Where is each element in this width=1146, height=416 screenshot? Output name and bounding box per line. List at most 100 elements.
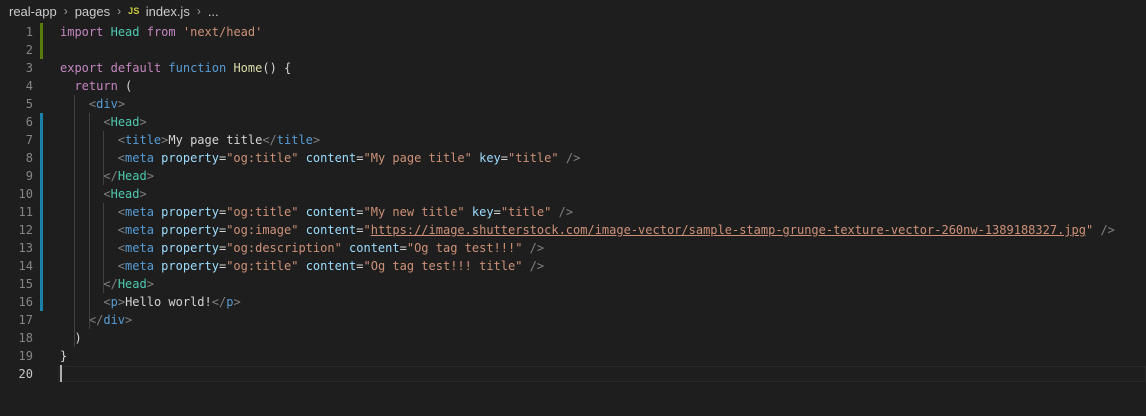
breadcrumb-file-index-js[interactable]: index.js [146,4,190,19]
git-modified-marker[interactable] [40,167,43,185]
code-token: title [276,133,313,147]
code-text: export default function Home() { [60,59,291,77]
code-token: "og:title" [226,205,299,219]
code-text: <meta property="og:image" content="https… [60,221,1115,239]
code-token: key [479,151,501,165]
git-modified-marker[interactable] [40,275,43,293]
code-token[interactable]: https://image.shutterstock.com/image-vec… [371,223,1086,237]
code-token: < [103,115,111,129]
code-line[interactable]: 12 <meta property="og:image" content="ht… [0,221,1146,239]
code-token: } [60,349,68,363]
code-token: /> [565,151,581,165]
line-number: 17 [18,313,33,327]
breadcrumb-folder-pages[interactable]: pages [75,4,110,19]
code-token: div [103,313,126,327]
code-token: > [139,115,147,129]
code-token: Hello world! [125,295,212,309]
code-text: <Head> [60,185,147,203]
git-modified-marker[interactable] [40,239,43,257]
code-line[interactable]: 9 </Head> [0,167,1146,185]
code-line[interactable]: 18 ) [0,329,1146,347]
code-token: content [305,223,357,237]
code-line[interactable]: 16 <p>Hello world!</p> [0,293,1146,311]
code-token: < [103,295,111,309]
code-token: title [125,133,162,147]
chevron-right-icon: › [63,4,68,18]
git-modified-marker[interactable] [40,185,43,203]
code-line[interactable]: 2 [0,41,1146,59]
code-line[interactable]: 8 <meta property="og:title" content="My … [0,149,1146,167]
code-token: property [161,205,219,219]
code-token: content [305,259,357,273]
code-line[interactable]: 15 </Head> [0,275,1146,293]
code-token: property [161,223,219,237]
code-token: Head [110,187,140,201]
git-modified-marker[interactable] [40,221,43,239]
line-number: 3 [25,61,33,75]
code-token: = [500,151,509,165]
code-token: < [117,241,126,255]
git-added-marker[interactable] [40,23,43,41]
code-token: > [139,187,147,201]
code-token: " [363,223,371,237]
indent-guide [88,113,90,329]
git-modified-marker[interactable] [40,149,43,167]
code-token: "title" [508,151,559,165]
code-token: meta [125,223,154,237]
code-token: < [117,151,126,165]
code-line[interactable]: 11 <meta property="og:title" content="My… [0,203,1146,221]
code-line[interactable]: 10 <Head> [0,185,1146,203]
git-modified-marker[interactable] [40,203,43,221]
code-token: p [110,295,118,309]
code-token: () { [262,61,292,75]
line-number: 16 [18,295,33,309]
git-modified-marker[interactable] [40,131,43,149]
code-token: content [305,151,357,165]
code-line[interactable]: 4 return ( [0,77,1146,95]
code-line[interactable]: 1 import Head from 'next/head' [0,23,1146,41]
breadcrumb-symbol-more[interactable]: ... [208,4,219,19]
code-token: import [60,25,104,39]
chevron-right-icon: › [117,4,122,18]
code-token: Head [110,115,140,129]
breadcrumb-folder-real-app[interactable]: real-app [9,4,57,19]
code-text: ) [60,329,82,347]
git-added-marker[interactable] [40,41,43,59]
git-modified-marker[interactable] [40,113,43,131]
line-number: 11 [18,205,33,219]
code-token: </ [88,313,104,327]
code-token: Home [233,61,263,75]
code-token: Head [110,25,140,39]
code-line[interactable]: 13 <meta property = "og:description" conte… [0,239,1146,257]
code-line[interactable]: 19} [0,347,1146,365]
code-token: /> [558,205,574,219]
code-token: Head [117,169,147,183]
code-line[interactable]: 7 <title>My page title</title> [0,131,1146,149]
code-token: < [117,259,126,273]
code-line[interactable]: 17 </div> [0,311,1146,329]
code-line[interactable]: 3 export default function Home() { [0,59,1146,77]
code-token: ) [60,331,82,345]
code-line[interactable]: 5 <div> [0,95,1146,113]
code-text: } [60,347,67,365]
code-line[interactable]: 6 <Head> [0,113,1146,131]
code-line[interactable]: 14 <meta property="og:title" content="Og… [0,257,1146,275]
git-modified-marker[interactable] [40,293,43,311]
code-token: meta [125,151,154,165]
code-editor[interactable]: 1 import Head from 'next/head' 2 3 export de… [0,22,1146,416]
code-token: > [146,277,154,291]
code-line[interactable]: 20 [0,365,1146,383]
line-number: 4 [25,79,33,93]
code-token: content [349,241,400,255]
code-token: "My new title" [363,205,465,219]
git-modified-marker[interactable] [40,257,43,275]
